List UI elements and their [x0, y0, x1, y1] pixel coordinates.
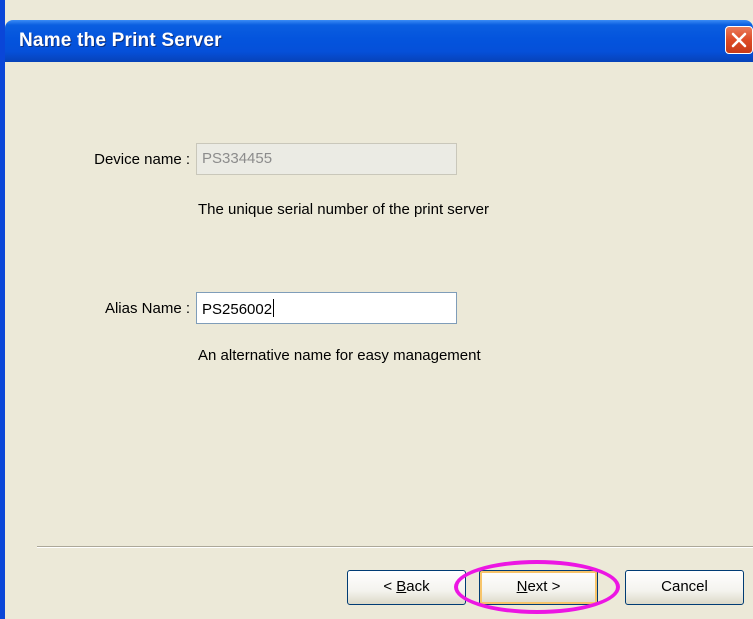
highlight-ellipse — [454, 560, 620, 614]
text-caret — [273, 299, 275, 317]
close-button[interactable] — [725, 26, 753, 54]
alias-name-label: Alias Name : — [104, 300, 190, 317]
window-title: Name the Print Server — [19, 30, 222, 51]
title-bar[interactable]: Name the Print Server — [5, 20, 753, 62]
wizard-window: Name the Print Server Device name : PS33… — [0, 0, 753, 619]
device-name-label: Device name : — [94, 151, 190, 168]
alias-name-hint: An alternative name for easy management — [198, 347, 481, 364]
back-button-rest: ack — [406, 578, 430, 595]
back-button[interactable]: < Back — [347, 570, 466, 605]
cancel-button[interactable]: Cancel — [625, 570, 744, 605]
device-name-hint: The unique serial number of the print se… — [198, 201, 489, 218]
alias-name-field[interactable]: PS256002 — [196, 292, 457, 324]
alias-name-value: PS256002 — [202, 301, 273, 318]
back-button-prefix: < — [383, 578, 397, 595]
button-separator — [37, 546, 753, 548]
device-name-field: PS334455 — [196, 143, 457, 175]
back-button-mnemonic: B — [396, 578, 407, 595]
